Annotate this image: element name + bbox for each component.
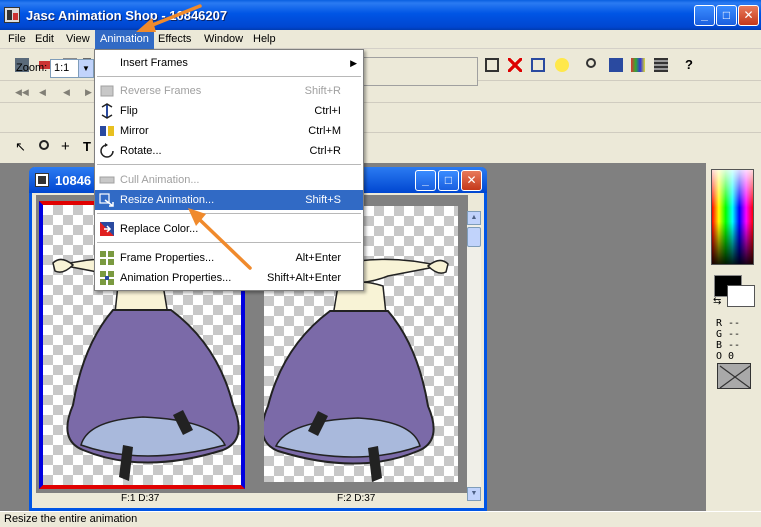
menu-animation[interactable]: Animation (95, 30, 154, 49)
palette-icon[interactable] (628, 55, 648, 75)
menu-item-shortcut: Ctrl+M (308, 125, 341, 137)
menu-mirror[interactable]: Mirror Ctrl+M (95, 121, 363, 141)
step-back-icon[interactable]: ◀ (60, 82, 80, 102)
readout-g: G -- (716, 329, 741, 340)
menu-resize-animation[interactable]: Resize Animation... Shift+S (95, 190, 363, 210)
title-bar: Jasc Animation Shop - 10846207 _ □ ✕ (0, 0, 761, 30)
scroll-thumb[interactable] (467, 227, 481, 247)
window-title: Jasc Animation Shop - 10846207 (26, 8, 228, 23)
resize-animation-icon (99, 192, 115, 208)
readout-b: B -- (716, 340, 741, 351)
menu-item-shortcut: Shift+Alt+Enter (267, 272, 341, 284)
menu-separator (97, 76, 361, 77)
menu-separator (97, 242, 361, 243)
document-title: 10846 (55, 173, 92, 188)
close-button[interactable]: ✕ (738, 5, 759, 26)
menu-edit[interactable]: Edit (30, 30, 59, 49)
menu-bar: File Edit View Animation Effects Window … (0, 30, 761, 49)
doc-minimize-button[interactable]: _ (415, 170, 436, 191)
delete-frames-icon[interactable] (505, 55, 525, 75)
color-picker[interactable] (711, 169, 754, 265)
swap-colors-icon[interactable]: ⇆ (713, 296, 721, 307)
copy-frames-icon[interactable] (482, 55, 502, 75)
arrow-tool-icon[interactable]: ↖ (12, 137, 32, 157)
vertical-scrollbar[interactable]: ▲ ▼ (467, 211, 481, 501)
readout-r: R -- (716, 318, 741, 329)
menu-item-label: Replace Color... (120, 223, 199, 235)
menu-replace-color[interactable]: Replace Color... (95, 219, 363, 239)
color-readout: R -- G -- B -- O 0 (716, 318, 740, 362)
menu-animation-properties[interactable]: Animation Properties... Shift+Alt+Enter (95, 268, 363, 288)
menu-flip[interactable]: Flip Ctrl+I (95, 101, 363, 121)
mirror-icon (99, 123, 115, 139)
frame-1-label: F:1 D:37 (121, 493, 160, 504)
animation-menu: Insert Frames ▶ Reverse Frames Shift+R F… (94, 49, 364, 291)
frame-2-label: F:2 D:37 (337, 493, 376, 504)
doc-close-button[interactable]: ✕ (461, 170, 482, 191)
menu-file[interactable]: File (3, 30, 31, 49)
scroll-up-icon[interactable]: ▲ (467, 211, 481, 225)
rotate-icon (99, 143, 115, 159)
first-frame-icon[interactable]: ◀◀ (12, 82, 32, 102)
menu-reverse-frames[interactable]: Reverse Frames Shift+R (95, 81, 363, 101)
prev-icon[interactable]: ◀ (36, 82, 56, 102)
doc-maximize-button[interactable]: □ (438, 170, 459, 191)
menu-item-label: Rotate... (120, 145, 162, 157)
maximize-button[interactable]: □ (716, 5, 737, 26)
menu-item-label: Animation Properties... (120, 272, 232, 284)
menu-view[interactable]: View (61, 30, 95, 49)
animation-properties-icon (99, 270, 115, 286)
filmstrip-icon[interactable] (651, 55, 671, 75)
replace-color-icon (99, 221, 115, 237)
view-icon[interactable] (606, 55, 626, 75)
help-icon[interactable]: ? (682, 55, 702, 75)
menu-item-label: Reverse Frames (120, 85, 202, 97)
menu-cull-animation[interactable]: Cull Animation... (95, 170, 363, 190)
lightbulb-icon[interactable] (552, 55, 572, 75)
zoom-tool-icon[interactable] (583, 55, 603, 75)
scroll-down-icon[interactable]: ▼ (467, 487, 481, 501)
menu-item-label: Flip (120, 105, 138, 117)
menu-item-shortcut: Alt+Enter (295, 252, 341, 264)
zoom-label: Zoom: (16, 62, 48, 74)
document-icon[interactable] (35, 173, 49, 187)
app-icon[interactable] (4, 7, 20, 23)
menu-item-shortcut: Shift+R (304, 85, 341, 97)
menu-frame-properties[interactable]: Frame Properties... Alt+Enter (95, 248, 363, 268)
status-bar: Resize the entire animation (0, 511, 761, 527)
crop-tool-icon[interactable]: + (58, 137, 78, 157)
chevron-down-icon[interactable]: ▼ (78, 60, 93, 77)
menu-separator (97, 213, 361, 214)
reverse-frames-icon (99, 83, 115, 99)
frame-props-icon[interactable] (528, 55, 548, 75)
flip-icon (99, 103, 115, 119)
menu-item-label: Mirror (120, 125, 149, 137)
menu-effects[interactable]: Effects (153, 30, 196, 49)
minimize-button[interactable]: _ (694, 5, 715, 26)
menu-item-label: Resize Animation... (120, 194, 215, 206)
menu-item-label: Cull Animation... (120, 174, 200, 186)
transparent-swatch[interactable] (717, 363, 751, 389)
menu-item-shortcut: Ctrl+I (314, 105, 341, 117)
background-color-swatch[interactable] (727, 285, 755, 307)
cull-animation-icon (99, 172, 115, 188)
readout-o: O 0 (716, 351, 735, 362)
menu-item-shortcut: Shift+S (305, 194, 341, 206)
zoom-value: 1:1 (54, 62, 70, 74)
menu-item-label: Frame Properties... (120, 252, 215, 264)
menu-item-shortcut: Ctrl+R (309, 145, 341, 157)
menu-item-label: Insert Frames (120, 57, 188, 69)
menu-rotate[interactable]: Rotate... Ctrl+R (95, 141, 363, 161)
zoom-select[interactable]: 1:1 ▼ (50, 59, 94, 78)
submenu-arrow-icon: ▶ (350, 58, 357, 68)
menu-insert-frames[interactable]: Insert Frames ▶ (95, 53, 363, 73)
menu-help[interactable]: Help (248, 30, 281, 49)
magnifier-tool-icon[interactable] (36, 137, 56, 157)
menu-window[interactable]: Window (199, 30, 248, 49)
menu-separator (97, 164, 361, 165)
frame-properties-icon (99, 250, 115, 266)
